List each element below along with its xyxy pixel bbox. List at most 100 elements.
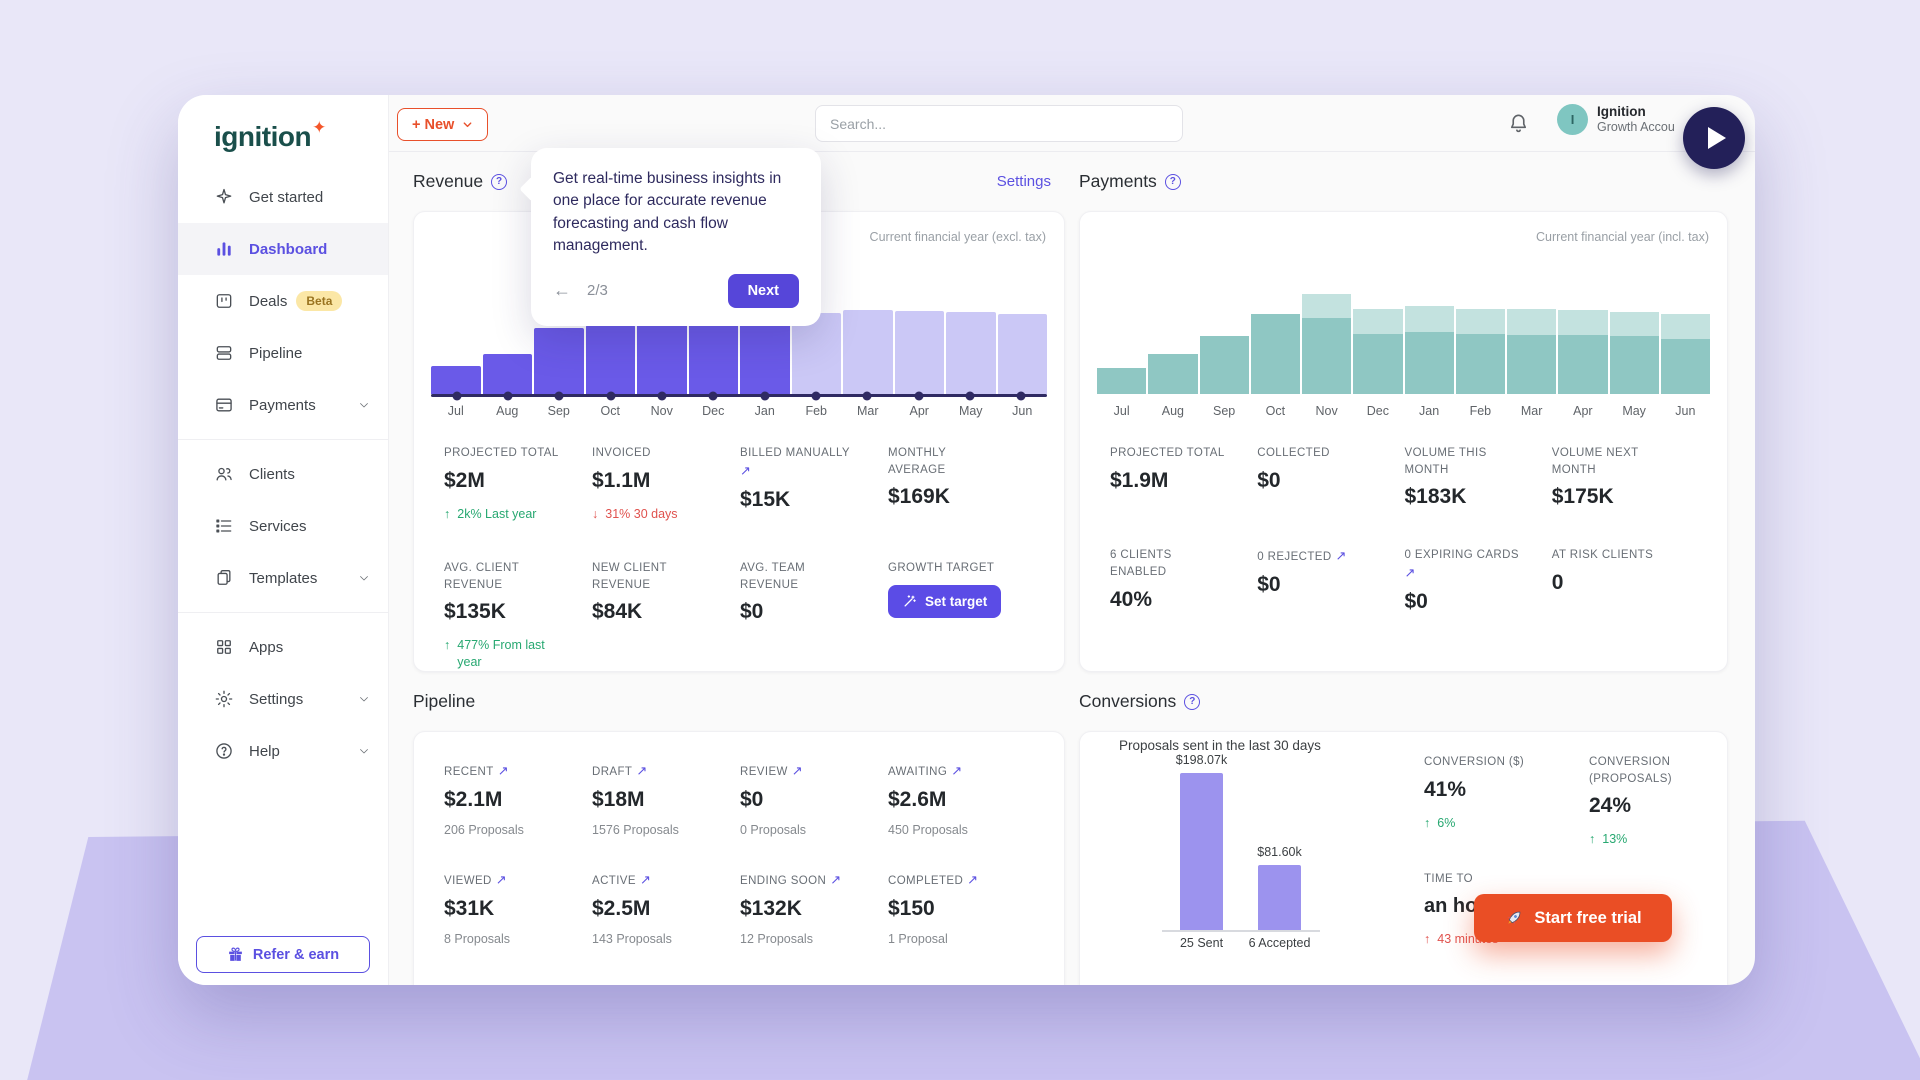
stat-label[interactable]: ENDING SOON ↗: [740, 871, 858, 890]
help-circle-icon[interactable]: ?: [1184, 694, 1200, 710]
revenue-bar-jan: [740, 320, 790, 394]
account-menu[interactable]: I Ignition Growth Accou: [1557, 104, 1689, 135]
stat-label[interactable]: BILLED MANUALLY↗: [740, 445, 858, 481]
open-link-arrow-icon[interactable]: ↗: [492, 872, 507, 887]
tooltip-next-button[interactable]: Next: [728, 274, 799, 308]
refer-earn-button[interactable]: Refer & earn: [196, 936, 370, 973]
payments-bar-jul: [1097, 368, 1146, 394]
month-label: Dec: [689, 404, 739, 418]
open-link-arrow-icon[interactable]: ↗: [740, 462, 858, 481]
chevron-down-icon[interactable]: [358, 745, 370, 757]
sidebar-item-label: Deals: [249, 293, 287, 310]
revenue-stat-monthly-average: MONTHLY AVERAGE$169K: [888, 445, 1036, 522]
logo[interactable]: ignition ✦: [178, 95, 388, 171]
arrow-up-icon: ↑: [1424, 815, 1430, 831]
sidebar-divider: [178, 612, 388, 613]
revenue-settings-link[interactable]: Settings: [997, 173, 1051, 190]
pipeline-card: RECENT ↗$2.1M206 ProposalsDRAFT ↗$18M157…: [413, 731, 1065, 985]
month-label: Mar: [843, 404, 893, 418]
stat-label[interactable]: AWAITING ↗: [888, 762, 1006, 781]
revenue-bar-jun: [998, 314, 1048, 394]
new-button[interactable]: + New: [397, 108, 488, 141]
help-circle-icon[interactable]: ?: [491, 174, 507, 190]
open-link-arrow-icon[interactable]: ↗: [826, 872, 841, 887]
stat-value: $1.1M: [592, 469, 740, 493]
set-target-button[interactable]: Set target: [888, 585, 1001, 618]
sidebar-item-services[interactable]: Services: [178, 500, 388, 552]
stat-value: 40%: [1110, 588, 1257, 612]
axis-dot: [658, 391, 667, 400]
payments-bar-jun: [1661, 314, 1710, 394]
proposals-chart: $198.07k25 Sent$81.60k6 Accepted: [1080, 732, 1410, 972]
sparkle-icon: [214, 187, 234, 207]
axis-dot: [812, 391, 821, 400]
stat-label[interactable]: ACTIVE ↗: [592, 871, 710, 890]
chevron-down-icon[interactable]: [358, 693, 370, 705]
chevron-down-icon[interactable]: [358, 572, 370, 584]
pipeline-stat-viewed: VIEWED ↗$31K8 Proposals: [444, 871, 592, 946]
sidebar-item-payments[interactable]: Payments: [178, 379, 388, 431]
stat-label[interactable]: VIEWED ↗: [444, 871, 562, 890]
open-link-arrow-icon[interactable]: ↗: [947, 763, 962, 778]
pipeline-stat-awaiting: AWAITING ↗$2.6M450 Proposals: [888, 762, 1036, 837]
stat-label[interactable]: RECENT ↗: [444, 762, 562, 781]
open-link-arrow-icon[interactable]: ↗: [1332, 548, 1347, 563]
open-link-arrow-icon[interactable]: ↗: [636, 872, 651, 887]
stat-value: $175K: [1552, 485, 1699, 509]
stat-label[interactable]: 0 REJECTED ↗: [1257, 547, 1375, 566]
stat-label[interactable]: 0 EXPIRING CARDS↗: [1405, 547, 1523, 583]
start-free-trial-button[interactable]: Start free trial: [1474, 894, 1672, 942]
refer-earn-label: Refer & earn: [253, 947, 339, 963]
open-link-arrow-icon[interactable]: ↗: [1405, 564, 1523, 583]
apps-icon: [214, 637, 234, 657]
open-link-arrow-icon[interactable]: ↗: [788, 763, 803, 778]
new-button-label: + New: [412, 117, 454, 133]
revenue-stat-projected-total: PROJECTED TOTAL$2M↑2k% Last year: [444, 445, 592, 522]
stat-label[interactable]: DRAFT ↗: [592, 762, 710, 781]
help-circle-icon[interactable]: ?: [1165, 174, 1181, 190]
notification-bell-icon[interactable]: [1507, 112, 1530, 140]
stat-value: $15K: [740, 488, 888, 512]
open-link-arrow-icon[interactable]: ↗: [632, 763, 647, 778]
stat-delta: ↓31% 30 days: [592, 506, 712, 522]
back-arrow-icon[interactable]: ←: [553, 280, 571, 301]
account-type: Growth Accou: [1597, 120, 1689, 135]
payments-stat-at-risk-clients: AT RISK CLIENTS0: [1552, 547, 1699, 614]
sidebar-item-apps[interactable]: Apps: [178, 621, 388, 673]
month-label: Feb: [792, 404, 842, 418]
sidebar-item-deals[interactable]: DealsBeta: [178, 275, 388, 327]
payments-bar-jan: [1405, 306, 1454, 394]
sidebar-item-dashboard[interactable]: Dashboard: [178, 223, 388, 275]
sidebar-item-clients[interactable]: Clients: [178, 448, 388, 500]
revenue-stat-avg-team-revenue: AVG. TEAM REVENUE$0: [740, 560, 888, 670]
sidebar-item-label: Payments: [249, 397, 316, 414]
sidebar-item-settings[interactable]: Settings: [178, 673, 388, 725]
revenue-bar-oct: [586, 325, 636, 394]
templates-icon: [214, 568, 234, 588]
sidebar-item-pipeline[interactable]: Pipeline: [178, 327, 388, 379]
axis-dot: [966, 391, 975, 400]
stat-label[interactable]: REVIEW ↗: [740, 762, 858, 781]
stat-label: AT RISK CLIENTS: [1552, 547, 1670, 564]
chevron-down-icon[interactable]: [358, 399, 370, 411]
revenue-bar-may: [946, 312, 996, 394]
sidebar-item-templates[interactable]: Templates: [178, 552, 388, 604]
revenue-bar-dec: [689, 322, 739, 394]
arrow-up-icon: ↑: [444, 637, 450, 653]
month-label: Sep: [1200, 404, 1249, 418]
page-background: ignition ✦ Get started Dashboard DealsBeta…: [0, 0, 1920, 1080]
payments-title: Payments: [1079, 171, 1157, 192]
open-link-arrow-icon[interactable]: ↗: [963, 872, 978, 887]
play-video-button[interactable]: [1683, 107, 1745, 169]
open-link-arrow-icon[interactable]: ↗: [494, 763, 509, 778]
arrow-up-icon: ↑: [1424, 931, 1430, 947]
axis-dot: [452, 391, 461, 400]
stat-label[interactable]: COMPLETED ↗: [888, 871, 1006, 890]
sidebar-item-help[interactable]: Help: [178, 725, 388, 777]
search-input[interactable]: [815, 105, 1183, 142]
payments-bar-apr: [1558, 310, 1607, 394]
dashboard-icon: [214, 239, 234, 259]
axis-dot: [863, 391, 872, 400]
sidebar-item-label: Dashboard: [249, 241, 327, 258]
sidebar-item-get-started[interactable]: Get started: [178, 171, 388, 223]
